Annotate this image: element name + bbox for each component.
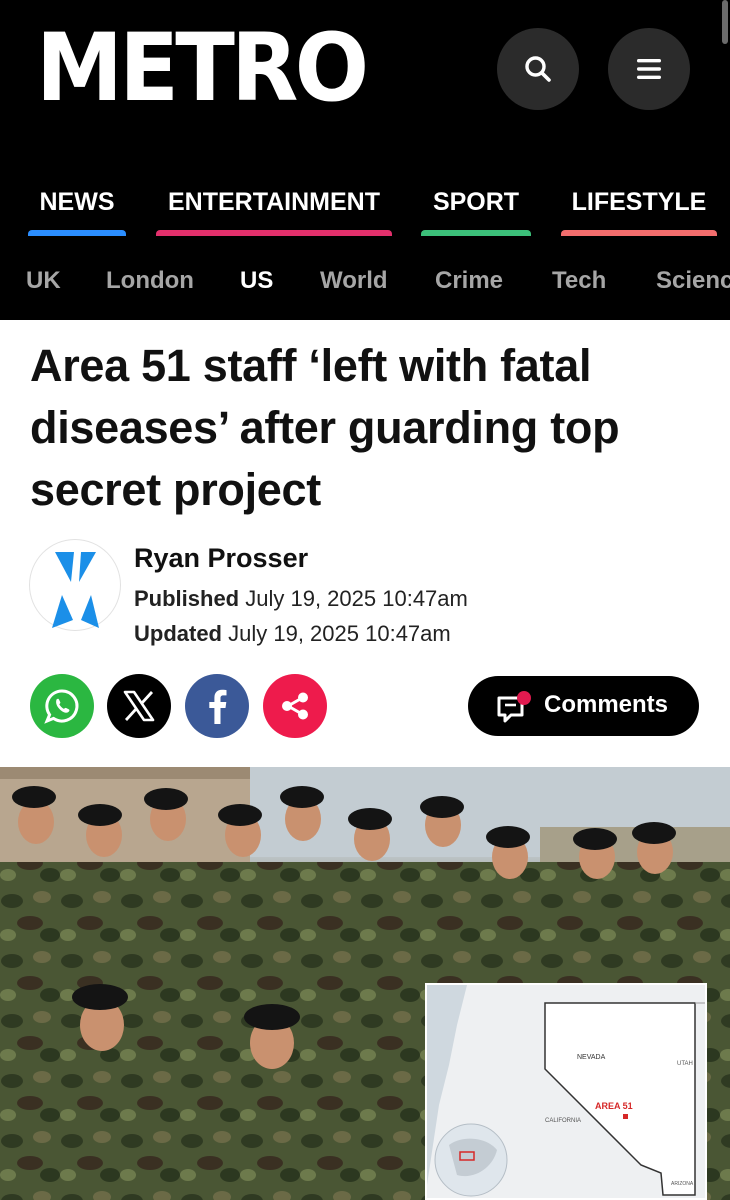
updated-date: July 19, 2025 10:47am: [228, 621, 451, 646]
section-tabs: NEWS ENTERTAINMENT SPORT LIFESTYLE: [0, 186, 730, 238]
subnav-us[interactable]: US: [240, 264, 273, 298]
author-avatar[interactable]: [30, 540, 120, 630]
tab-lifestyle-label: LIFESTYLE: [571, 188, 707, 216]
subnav-science[interactable]: Scienc: [656, 264, 730, 298]
map-label-arizona: ARIZONA: [671, 1181, 694, 1187]
tab-sport[interactable]: SPORT: [421, 186, 531, 236]
scrollbar[interactable]: [722, 0, 728, 44]
share-facebook-button[interactable]: [185, 674, 249, 738]
share-x-button[interactable]: [107, 674, 171, 738]
subnav-tech[interactable]: Tech: [552, 264, 606, 298]
author-name[interactable]: Ryan Prosser: [134, 543, 308, 574]
hamburger-menu-icon: [637, 59, 661, 79]
nevada-map: NEVADA UTAH CALIFORNIA ARIZONA AREA 51: [427, 985, 705, 1198]
updated-line: Updated July 19, 2025 10:47am: [134, 621, 451, 647]
published-line: Published July 19, 2025 10:47am: [134, 586, 468, 612]
search-icon: [525, 56, 551, 82]
comment-bubble-icon: [497, 691, 531, 723]
metro-m-logo-icon: [52, 552, 99, 628]
share-icon: [282, 692, 308, 720]
comments-label: Comments: [544, 691, 669, 718]
share-button[interactable]: [263, 674, 327, 738]
subnav-world[interactable]: World: [320, 264, 388, 298]
tab-entertainment-label: ENTERTAINMENT: [167, 188, 381, 216]
map-label-utah: UTAH: [677, 1061, 693, 1067]
tab-sport-indicator: [421, 230, 531, 236]
tab-news-indicator: [28, 230, 126, 236]
site-header: METRO NEWS ENTERTAINMENT SPORT LIFESTYLE: [0, 0, 730, 320]
facebook-icon: [209, 689, 227, 724]
tab-lifestyle[interactable]: LIFESTYLE: [561, 186, 717, 236]
menu-button[interactable]: [608, 28, 690, 110]
whatsapp-icon: [44, 689, 79, 724]
area51-map-inset[interactable]: NEVADA UTAH CALIFORNIA ARIZONA AREA 51: [425, 983, 707, 1200]
tab-entertainment[interactable]: ENTERTAINMENT: [156, 186, 392, 236]
tab-sport-label: SPORT: [432, 188, 520, 216]
article-headline: Area 51 staff ‘left with fatal diseases’…: [30, 340, 620, 515]
published-date: July 19, 2025 10:47am: [245, 586, 468, 611]
search-button[interactable]: [497, 28, 579, 110]
share-whatsapp-button[interactable]: [30, 674, 94, 738]
metro-logo[interactable]: METRO: [36, 22, 369, 116]
tab-news-label: NEWS: [39, 188, 115, 216]
tab-lifestyle-indicator: [561, 230, 717, 236]
comments-button[interactable]: Comments: [468, 676, 699, 736]
tab-entertainment-indicator: [156, 230, 392, 236]
hero-image[interactable]: NEVADA UTAH CALIFORNIA ARIZONA AREA 51: [0, 767, 730, 1200]
subnav-uk[interactable]: UK: [26, 264, 61, 298]
published-label: Published: [134, 586, 240, 611]
map-label-california: CALIFORNIA: [545, 1118, 581, 1124]
sub-nav: UK London US World Crime Tech Scienc: [0, 264, 730, 300]
updated-label: Updated: [134, 621, 222, 646]
x-icon: [123, 690, 155, 722]
subnav-crime[interactable]: Crime: [435, 264, 503, 298]
tab-news[interactable]: NEWS: [28, 186, 126, 236]
subnav-london[interactable]: London: [106, 264, 194, 298]
map-label-nevada: NEVADA: [577, 1054, 606, 1061]
map-label-area51: AREA 51: [595, 1101, 633, 1111]
